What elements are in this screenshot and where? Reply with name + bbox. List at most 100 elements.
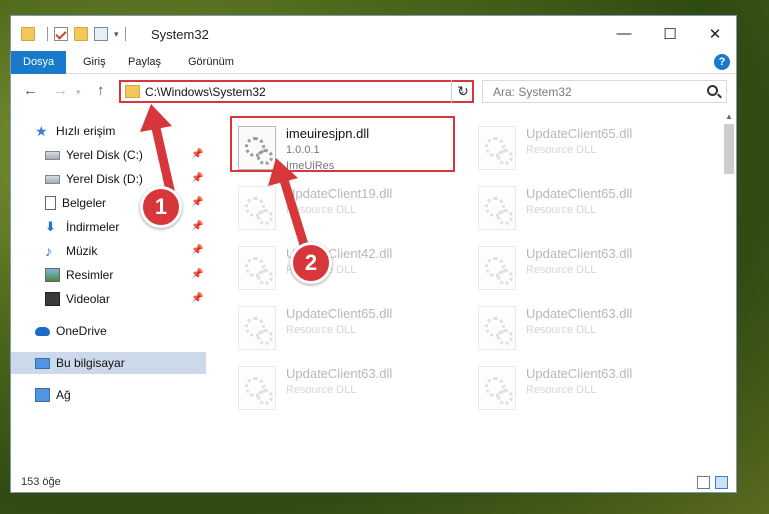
tab-share[interactable]: Paylaş: [116, 51, 173, 74]
toolbar-divider: [124, 27, 126, 41]
tab-file[interactable]: Dosya: [11, 51, 67, 74]
maximize-button[interactable]: ☐: [647, 16, 693, 51]
back-button[interactable]: ←: [23, 82, 38, 99]
sidebar-item-disk-c[interactable]: Yerel Disk (C:) 📌: [11, 144, 206, 166]
title-bar: ▾ System32 — ☐ ✕: [11, 16, 736, 51]
tab-view[interactable]: Görünüm: [176, 51, 246, 74]
sidebar-item-music[interactable]: ♪ Müzik 📌: [11, 240, 206, 262]
file-description: Resource DLL: [526, 144, 597, 156]
file-name: UpdateClient63.dll: [526, 246, 633, 261]
file-version: 1.0.0.1: [286, 144, 320, 156]
file-tile[interactable]: UpdateClient42.dll Resource DLL: [232, 238, 457, 294]
file-list: imeuiresjpn.dll 1.0.0.1 ImeUiRes UpdateC…: [216, 112, 721, 472]
tab-home[interactable]: Giriş: [71, 51, 118, 74]
view-options-icon[interactable]: [94, 27, 108, 41]
disk-icon: [45, 174, 60, 184]
sidebar-item-label: Müzik: [66, 244, 98, 258]
properties-check-icon[interactable]: [54, 27, 68, 41]
file-tile[interactable]: UpdateClient65.dll Resource DLL: [472, 118, 697, 174]
sidebar-item-disk-d[interactable]: Yerel Disk (D:) 📌: [11, 168, 206, 190]
refresh-button[interactable]: ↻: [451, 80, 474, 103]
pin-icon[interactable]: 📌: [191, 197, 203, 208]
pin-icon[interactable]: 📌: [191, 173, 203, 184]
sidebar-item-this-pc[interactable]: Bu bilgisayar: [11, 352, 206, 374]
file-name: UpdateClient65.dll: [526, 186, 633, 201]
sidebar-item-label: Yerel Disk (D:): [66, 172, 143, 186]
file-name: UpdateClient63.dll: [526, 366, 633, 381]
pin-icon[interactable]: 📌: [191, 245, 203, 256]
sidebar-item-label: Ağ: [56, 388, 71, 402]
file-tile[interactable]: UpdateClient65.dll Resource DLL: [232, 298, 457, 354]
file-tile-imeuiresjpn[interactable]: imeuiresjpn.dll 1.0.0.1 ImeUiRes: [230, 116, 455, 172]
address-bar[interactable]: C:\Windows\System32 ⌄: [119, 80, 474, 103]
new-folder-icon[interactable]: [74, 27, 88, 41]
pin-icon[interactable]: 📌: [191, 221, 203, 232]
file-description: ImeUiRes: [286, 160, 335, 172]
file-description: Resource DLL: [286, 204, 357, 216]
file-name: UpdateClient63.dll: [286, 366, 393, 381]
pin-icon[interactable]: 📌: [191, 293, 203, 304]
dll-file-icon: [238, 366, 276, 410]
sidebar-item-label: Bu bilgisayar: [56, 356, 125, 370]
disk-icon: [45, 150, 60, 160]
search-icon[interactable]: [707, 85, 718, 96]
folder-icon: [125, 85, 140, 98]
file-description: Resource DLL: [526, 204, 597, 216]
sidebar-item-network[interactable]: Ağ: [11, 384, 206, 406]
dll-file-icon: [478, 366, 516, 410]
file-tile[interactable]: UpdateClient63.dll Resource DLL: [472, 298, 697, 354]
file-description: Resource DLL: [286, 324, 357, 336]
pin-icon[interactable]: 📌: [191, 269, 203, 280]
dll-file-icon: [238, 186, 276, 230]
sidebar-item-videos[interactable]: Videolar 📌: [11, 288, 206, 310]
pin-icon[interactable]: 📌: [191, 149, 203, 160]
star-icon: ★: [35, 123, 48, 139]
file-description: Resource DLL: [286, 384, 357, 396]
toolbar-divider: [47, 27, 48, 41]
scroll-up-icon[interactable]: ▲: [725, 112, 733, 121]
file-name: UpdateClient65.dll: [286, 306, 393, 321]
help-icon[interactable]: ?: [714, 54, 730, 70]
quick-access-toolbar: ▾: [21, 25, 132, 43]
forward-button[interactable]: →: [53, 82, 68, 99]
close-button[interactable]: ✕: [692, 16, 738, 51]
dll-file-icon: [478, 126, 516, 170]
videos-icon: [45, 292, 60, 306]
dll-file-icon: [238, 246, 276, 290]
pictures-icon: [45, 268, 60, 282]
sidebar-item-label: Hızlı erişim: [56, 124, 116, 138]
file-name: imeuiresjpn.dll: [286, 126, 370, 141]
search-input[interactable]: Ara: System32: [482, 80, 727, 103]
file-tile[interactable]: UpdateClient19.dll Resource DLL: [232, 178, 457, 234]
recent-locations-icon[interactable]: ▾: [76, 87, 81, 98]
sidebar-item-pictures[interactable]: Resimler 📌: [11, 264, 206, 286]
file-name: UpdateClient19.dll: [286, 186, 393, 201]
sidebar-item-label: Resimler: [66, 268, 114, 282]
search-placeholder: Ara: System32: [493, 85, 572, 99]
sidebar-item-quick-access[interactable]: ★ Hızlı erişim: [11, 120, 206, 142]
file-tile[interactable]: UpdateClient63.dll Resource DLL: [472, 358, 697, 414]
dll-file-icon: [238, 126, 276, 170]
file-tile[interactable]: UpdateClient65.dll Resource DLL: [472, 178, 697, 234]
file-name: UpdateClient65.dll: [526, 126, 633, 141]
sidebar-item-label: Yerel Disk (C:): [66, 148, 143, 162]
window-title: System32: [151, 27, 209, 42]
sidebar-item-onedrive[interactable]: OneDrive: [11, 320, 206, 342]
file-description: Resource DLL: [526, 384, 597, 396]
dll-file-icon: [478, 306, 516, 350]
file-tile[interactable]: UpdateClient63.dll Resource DLL: [472, 238, 697, 294]
tiles-view-icon[interactable]: [715, 476, 728, 489]
address-path: C:\Windows\System32: [145, 85, 266, 99]
up-button[interactable]: ↑: [97, 82, 105, 99]
customize-toolbar-icon[interactable]: ▾: [114, 29, 119, 40]
details-view-icon[interactable]: [697, 476, 710, 489]
music-icon: ♪: [45, 243, 52, 259]
item-count: 153 öğe: [21, 476, 61, 488]
scrollbar-thumb[interactable]: [724, 124, 734, 174]
vertical-scrollbar[interactable]: ▲: [722, 112, 736, 472]
downloads-icon: ⬇: [45, 219, 56, 234]
folder-icon: [21, 27, 35, 41]
file-tile[interactable]: UpdateClient63.dll Resource DLL: [232, 358, 457, 414]
navigation-pane: ★ Hızlı erişim Yerel Disk (C:) 📌 Yerel D…: [11, 112, 206, 472]
minimize-button[interactable]: —: [601, 16, 647, 51]
